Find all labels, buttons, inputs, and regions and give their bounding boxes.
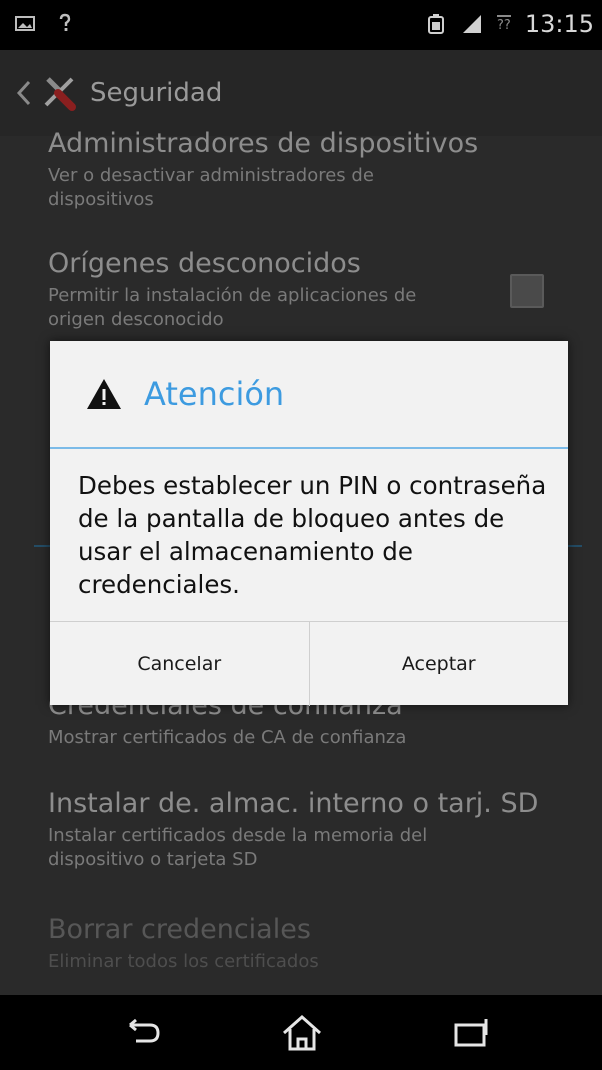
battery-icon (428, 14, 445, 34)
pref-summary: Mostrar certificados de CA de confianza (48, 727, 407, 748)
data-icon: ?? (497, 15, 511, 33)
cancel-button[interactable]: Cancelar (50, 622, 309, 706)
pref-unknown-sources[interactable]: Orígenes desconocidos Permitir la instal… (48, 248, 548, 332)
unknown-sources-checkbox[interactable] (510, 274, 544, 308)
page-title: Seguridad (90, 78, 223, 108)
gallery-icon (15, 16, 35, 31)
pref-device-admins[interactable]: Administradores de dispositivos Ver o de… (48, 128, 548, 212)
clock: 13:15 (524, 10, 594, 38)
pref-summary: Permitir la instalación de aplicaciones … (48, 285, 417, 330)
alert-dialog: Atención Debes establecer un PIN o contr… (50, 341, 568, 706)
pref-title: Administradores de dispositivos (48, 128, 479, 159)
signal-icon (463, 15, 482, 33)
status-bar: ?? 13:15 (0, 0, 602, 50)
pref-title: Borrar credenciales (48, 914, 311, 945)
settings-tools-icon (44, 77, 76, 111)
warning-icon (87, 379, 121, 409)
pref-title: Instalar de. almac. interno o tarj. SD (48, 788, 539, 819)
pref-summary: Instalar certificados desde la memoria d… (48, 825, 428, 870)
home-icon[interactable] (280, 1013, 324, 1053)
dialog-header: Atención (50, 341, 568, 447)
action-bar: Seguridad (0, 50, 602, 136)
wifi-question-icon (59, 13, 71, 31)
dialog-button-bar: Cancelar Aceptar (50, 621, 568, 706)
pref-clear-credentials: Borrar credenciales Eliminar todos los c… (48, 914, 548, 974)
section-divider-right (568, 545, 582, 547)
accept-button[interactable]: Aceptar (308, 622, 569, 706)
pref-summary: Eliminar todos los certificados (48, 951, 319, 972)
navigation-bar (0, 995, 602, 1070)
dialog-title-divider (50, 447, 568, 449)
pref-title: Orígenes desconocidos (48, 248, 361, 279)
pref-summary: Ver o desactivar administradores de disp… (48, 165, 374, 210)
dialog-title: Atención (144, 375, 285, 413)
pref-install-from-storage[interactable]: Instalar de. almac. interno o tarj. SD I… (48, 788, 548, 872)
back-icon[interactable] (120, 1013, 164, 1053)
recents-icon[interactable] (450, 1013, 494, 1053)
chevron-left-icon[interactable] (16, 78, 32, 108)
dialog-message: Debes establecer un PIN o contraseña de … (78, 471, 547, 599)
